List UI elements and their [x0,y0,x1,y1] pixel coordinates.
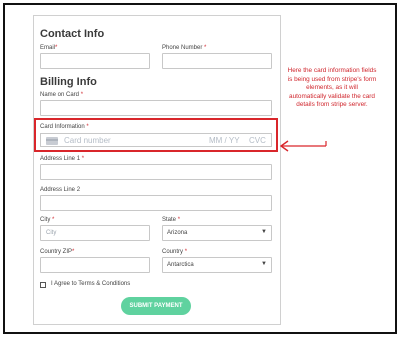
phone-field[interactable] [162,53,272,69]
country-zip-label: Country ZIP* [40,249,75,255]
country-zip-field[interactable] [40,257,150,273]
billing-info-heading: Billing Info [40,76,97,88]
email-field[interactable] [40,53,150,69]
address-line-1-label: Address Line 1 * [40,156,85,162]
state-select[interactable]: Arizona ▼ [162,225,272,241]
country-select[interactable]: Antarctica ▼ [162,257,272,273]
submit-payment-button[interactable]: SUBMIT PAYMENT [121,297,191,315]
city-field[interactable]: City [40,225,150,241]
card-info-highlight-box [34,118,278,152]
chevron-down-icon: ▼ [261,261,267,267]
chevron-down-icon: ▼ [261,229,267,235]
payment-form: Contact Info Email* Phone Number * Billi… [33,15,281,325]
country-selected-value: Antarctica [167,262,194,268]
annotation-note: Here the card information fields is bein… [287,67,377,109]
phone-label: Phone Number * [162,45,207,51]
address-line-1-field[interactable] [40,164,272,180]
name-on-card-label: Name on Card * [40,92,84,98]
left-arrow-icon [279,140,327,152]
email-label: Email* [40,45,58,51]
terms-checkbox[interactable] [40,282,46,288]
contact-info-heading: Contact Info [40,28,105,40]
city-placeholder: City [46,230,57,236]
screenshot-frame: Contact Info Email* Phone Number * Billi… [3,3,397,334]
state-selected-value: Arizona [167,230,188,236]
address-line-2-label: Address Line 2 [40,187,81,193]
state-label: State * [162,217,181,223]
name-on-card-field[interactable] [40,100,272,116]
city-label: City * [40,217,55,223]
terms-label: I Agree to Terms & Conditions [51,281,131,287]
country-label: Country * [162,249,188,255]
address-line-2-field[interactable] [40,195,272,211]
